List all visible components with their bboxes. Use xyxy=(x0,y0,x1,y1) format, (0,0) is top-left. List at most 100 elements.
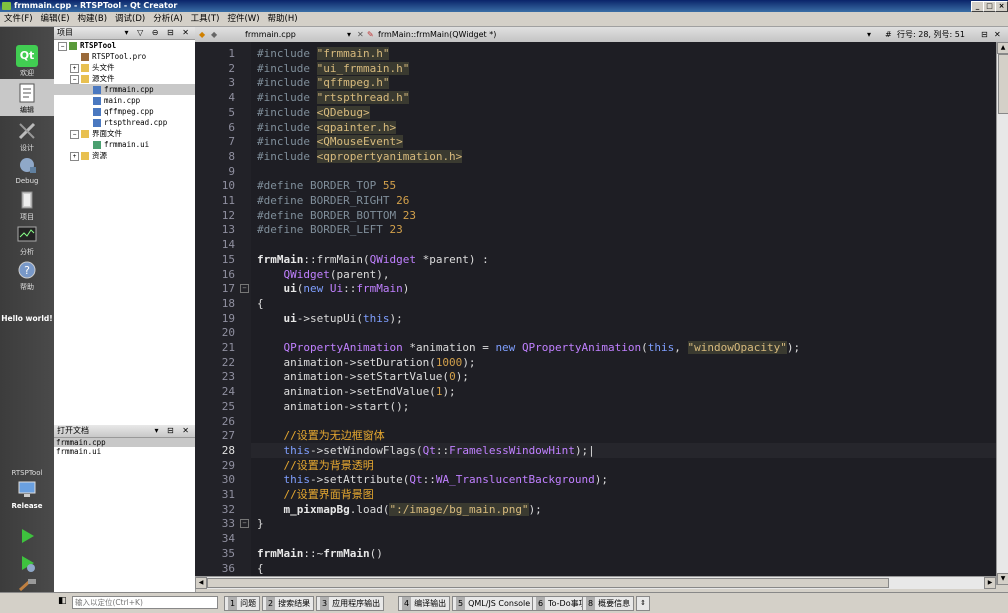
menu-analyze[interactable]: 分析(A) xyxy=(149,12,186,26)
expand-toggle-icon[interactable]: − xyxy=(58,41,67,51)
output-tab-number: 2 xyxy=(266,597,276,610)
code-token: #define BORDER_BOTTOM xyxy=(257,208,403,222)
output-tab[interactable]: 4 编译输出 xyxy=(398,596,451,611)
tree-item[interactable]: − RTSPTool xyxy=(54,40,195,51)
code-token: :: xyxy=(422,473,436,487)
menu-file[interactable]: 文件(F) xyxy=(0,12,37,26)
close-document-icon[interactable]: ✕ xyxy=(357,27,364,42)
menu-widgets[interactable]: 控件(W) xyxy=(223,12,263,26)
panel-tool-icons[interactable]: ▾ ▽ ⊖ ⊟ ✕ xyxy=(125,27,192,39)
back-arrow-icon[interactable]: ◆ xyxy=(199,27,205,42)
output-tab-label: To-Do事项 xyxy=(548,599,587,608)
tree-item[interactable]: − 界面文件 xyxy=(54,128,195,139)
file-selector[interactable]: frmmain.cpp xyxy=(245,27,355,42)
code-token: :: xyxy=(435,443,450,457)
scroll-thumb[interactable] xyxy=(207,578,889,588)
tree-item[interactable]: main.cpp xyxy=(54,95,195,106)
run-button[interactable] xyxy=(0,525,54,548)
code-text: this->setAttribute(Qt::WA_TranslucentBac… xyxy=(257,472,609,487)
kit-selector[interactable]: Release xyxy=(0,479,54,510)
expand-toggle-icon[interactable]: − xyxy=(70,129,79,139)
output-tab[interactable]: 8 概要信息 xyxy=(582,596,635,611)
code-text: animation->setDuration(1000); xyxy=(257,355,475,370)
code-text: //设置界面背景图 xyxy=(257,487,373,502)
menu-debug[interactable]: 调试(D) xyxy=(111,12,149,26)
code-text: #include "rtspthread.h" xyxy=(257,90,410,105)
output-tab[interactable]: 2 搜索结果 xyxy=(262,596,315,611)
code-token: ::~ xyxy=(303,546,324,560)
debug-run-button[interactable] xyxy=(0,552,54,575)
mode-design[interactable]: 设计 xyxy=(0,120,54,153)
code-text: #include <QDebug> xyxy=(257,105,370,120)
output-options-icon[interactable]: ⇕ xyxy=(636,596,650,611)
mode-selector-bar: Qt 欢迎 编辑 设计 Debug 项目 分析 ? 帮助 Hello world… xyxy=(0,27,54,592)
locator-input[interactable] xyxy=(72,596,218,609)
code-text: #define BORDER_TOP 55 xyxy=(257,178,396,193)
mode-debug[interactable]: Debug xyxy=(0,154,54,185)
project-panel-title: 项目 xyxy=(57,28,73,37)
mode-welcome[interactable]: Qt 欢迎 xyxy=(0,45,54,78)
folder-file-icon xyxy=(81,75,89,83)
editor-toolbar: ◆ ◆ frmmain.cpp ▾ ✕ ✎ frmMain::frmMain(Q… xyxy=(195,27,1008,43)
code-token: frmMain xyxy=(323,546,370,560)
scroll-thumb[interactable] xyxy=(998,54,1008,114)
scroll-down-icon[interactable]: ▼ xyxy=(997,573,1008,585)
mode-analyze[interactable]: 分析 xyxy=(0,224,54,257)
expand-toggle-icon[interactable]: + xyxy=(70,63,79,73)
menu-build[interactable]: 构建(B) xyxy=(74,12,111,26)
menu-help[interactable]: 帮助(H) xyxy=(264,12,302,26)
tree-item[interactable]: rtspthread.cpp xyxy=(54,117,195,128)
fold-marker-icon[interactable]: − xyxy=(240,284,249,294)
forward-arrow-icon[interactable]: ◆ xyxy=(211,27,217,42)
fold-marker-icon[interactable]: − xyxy=(240,519,249,529)
output-tab[interactable]: 3 应用程序输出 xyxy=(316,596,385,611)
close-button[interactable]: × xyxy=(995,1,1008,12)
vertical-scrollbar[interactable]: ▲ ▼ xyxy=(996,42,1008,585)
chevron-down-icon[interactable]: ▾ xyxy=(347,27,351,42)
tree-item-label: 资源 xyxy=(92,151,107,160)
scroll-left-icon[interactable]: ◀ xyxy=(195,577,207,589)
line-number: 31 xyxy=(221,488,235,501)
chevron-down-icon[interactable]: ▾ xyxy=(867,27,871,42)
code-token: #define BORDER_LEFT xyxy=(257,223,390,237)
code-token: QWidget xyxy=(283,267,330,281)
menu-tools[interactable]: 工具(T) xyxy=(187,12,224,26)
open-document-item[interactable]: frmmain.ui xyxy=(54,447,195,456)
code-token: #define BORDER_TOP xyxy=(257,179,383,193)
tree-item-label: main.cpp xyxy=(104,96,141,105)
scroll-up-icon[interactable]: ▲ xyxy=(997,42,1008,54)
output-tab-label: 搜索结果 xyxy=(278,599,311,608)
output-tab[interactable]: 1 问题 xyxy=(224,596,261,611)
output-tab[interactable]: 5 QML/JS Console xyxy=(452,596,535,611)
expand-toggle-icon[interactable]: + xyxy=(70,151,79,161)
tree-item[interactable]: RTSPTool.pro xyxy=(54,51,195,62)
tree-item[interactable]: frmmain.cpp xyxy=(54,84,195,95)
tree-item[interactable]: − 源文件 xyxy=(54,73,195,84)
code-token: "windowOpacity" xyxy=(687,341,787,354)
tree-item[interactable]: + 头文件 xyxy=(54,62,195,73)
horizontal-scrollbar[interactable]: ◀ ▶ xyxy=(195,576,996,589)
menu-edit[interactable]: 编辑(E) xyxy=(37,12,74,26)
scroll-right-icon[interactable]: ▶ xyxy=(984,577,996,589)
close-icon[interactable]: ✕ xyxy=(994,27,1001,42)
cpp-file-icon xyxy=(93,97,101,105)
tree-item[interactable]: frmmain.ui xyxy=(54,139,195,150)
code-editor[interactable]: 1 #include "frmmain.h" 2 #include "ui_frmma… xyxy=(195,42,996,585)
sidebar-toggle-icon[interactable]: ◧ xyxy=(58,596,67,606)
tree-item[interactable]: + 资源 xyxy=(54,150,195,161)
code-token: 0 xyxy=(449,370,456,384)
code-token: #include xyxy=(257,120,317,134)
tree-item[interactable]: qffmpeg.cpp xyxy=(54,106,195,117)
open-document-item[interactable]: frmmain.cpp xyxy=(54,438,195,447)
code-token: <qpropertyanimation.h> xyxy=(316,149,463,163)
expand-toggle-icon[interactable]: − xyxy=(70,74,79,84)
mode-edit[interactable]: 编辑 xyxy=(0,79,54,116)
panel-tool-icons[interactable]: ▾ ⊟ ✕ xyxy=(154,425,192,437)
symbol-selector[interactable]: frmMain::frmMain(QWidget *) xyxy=(378,27,496,42)
code-text: #include <qpropertyanimation.h> xyxy=(257,149,463,164)
mode-projects[interactable]: 项目 xyxy=(0,189,54,222)
mode-help[interactable]: ? 帮助 xyxy=(0,259,54,292)
split-icon[interactable]: ⊟ xyxy=(981,27,988,42)
code-line: 4 #include "rtspthread.h" xyxy=(195,90,996,105)
